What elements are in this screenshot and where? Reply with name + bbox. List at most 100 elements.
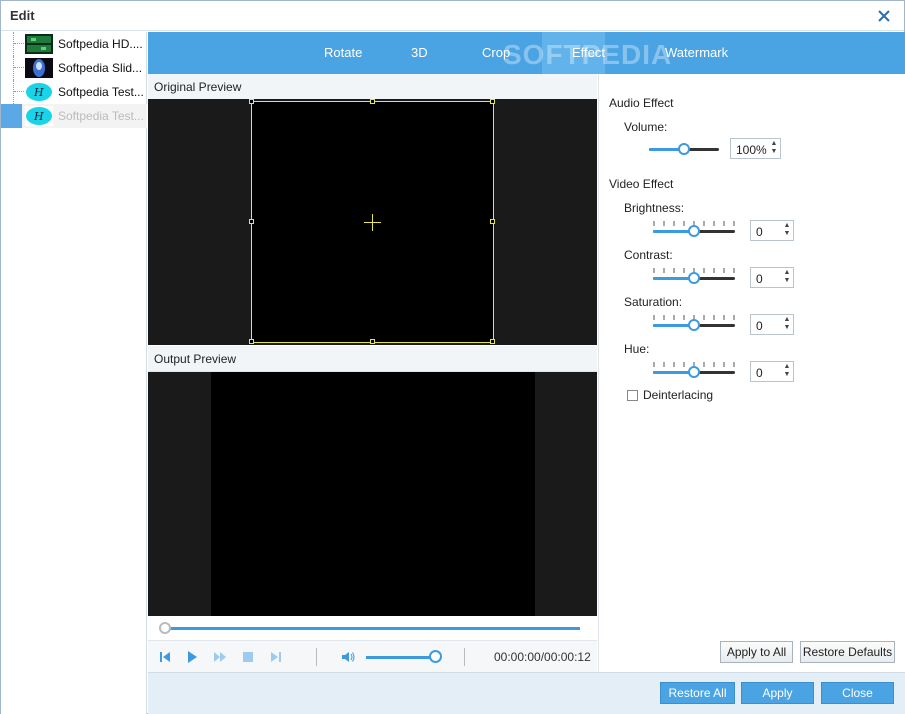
original-preview-label: Original Preview [154,80,242,94]
green-film-thumb-icon [25,34,53,54]
tree-line [13,56,14,80]
volume-slider[interactable] [366,656,436,659]
crop-handle[interactable] [490,339,495,344]
tab-3d[interactable]: 3D [411,45,428,60]
divider [316,648,317,666]
brightness-slider[interactable] [653,221,735,237]
window-title: Edit [10,8,35,23]
seek-knob[interactable] [159,622,171,634]
saturation-value: 0 [756,319,763,333]
slider-knob[interactable] [688,272,700,284]
tab-watermark[interactable]: Watermark [665,45,728,60]
cyan-logo-thumb-icon: H [25,82,53,102]
crop-handle[interactable] [490,219,495,224]
svg-text:H: H [33,86,44,99]
brightness-spinbox[interactable]: 0 ▲ ▼ [750,220,794,241]
timecode: 00:00:00/00:00:12 [494,650,591,664]
file-list-item[interactable]: Softpedia HD.... [1,32,147,56]
slider-knob[interactable] [688,225,700,237]
apply-button[interactable]: Apply [741,682,814,704]
hue-value: 0 [756,366,763,380]
crop-handle[interactable] [249,99,254,104]
edit-window: Edit Softpedia HD.... Softpedia Slid... … [0,0,905,714]
tree-branch [14,91,24,92]
hue-label: Hue: [624,342,650,356]
tree-line [13,80,14,104]
contrast-slider[interactable] [653,268,735,284]
crosshair-icon [364,214,381,231]
seek-bar[interactable] [148,616,597,640]
softpedia-watermark: SOFTPEDIA [503,39,673,70]
deinterlacing-label: Deinterlacing [643,388,714,402]
output-preview-header: Output Preview [148,346,597,372]
skip-next-icon[interactable] [268,649,284,665]
volume-knob[interactable] [429,650,442,663]
saturation-spinbox[interactable]: 0 ▲ ▼ [750,314,794,335]
spin-arrows-icon[interactable]: ▲ ▼ [783,222,791,239]
crop-handle[interactable] [490,99,495,104]
tree-branch [14,67,24,68]
playback-controls: 00:00:00/00:00:12 [148,640,597,672]
audio-volume-slider[interactable] [649,143,719,155]
crop-handle[interactable] [249,219,254,224]
skip-previous-icon[interactable] [157,649,173,665]
output-frame [211,372,535,616]
spin-arrows-icon[interactable]: ▲ ▼ [783,363,791,380]
seek-track[interactable] [166,627,580,630]
contrast-label: Contrast: [624,248,673,262]
tree-branch [14,43,24,44]
video-effect-heading: Video Effect [609,177,674,191]
tab-bar: Rotate 3D Crop Effect Watermark SOFTPEDI… [148,32,905,74]
speaker-icon[interactable] [340,649,356,665]
file-name: Softpedia Test... [58,109,144,123]
title-bar: Edit [1,1,904,31]
selection-indicator [1,104,22,128]
stop-icon[interactable] [240,649,256,665]
output-preview [148,372,597,616]
audio-effect-heading: Audio Effect [609,96,674,110]
footer-bar: Restore All Apply Close [148,672,905,714]
deinterlacing-checkbox[interactable] [627,390,638,401]
hue-slider[interactable] [653,362,735,378]
crop-handle[interactable] [370,99,375,104]
tree-line [13,32,14,56]
volume-label: Volume: [624,120,668,134]
crop-handle[interactable] [370,339,375,344]
slider-knob[interactable] [688,319,700,331]
close-button[interactable]: Close [821,682,894,704]
slider-knob[interactable] [678,143,690,155]
blue-figure-thumb-icon [25,58,53,78]
spin-arrows-icon[interactable]: ▲ ▼ [783,316,791,333]
slider-knob[interactable] [688,366,700,378]
contrast-spinbox[interactable]: 0 ▲ ▼ [750,267,794,288]
brightness-label: Brightness: [624,201,685,215]
cyan-logo-thumb-icon: H [25,106,53,126]
output-preview-label: Output Preview [154,352,237,366]
hue-spinbox[interactable]: 0 ▲ ▼ [750,361,794,382]
tab-rotate[interactable]: Rotate [324,45,362,60]
crop-frame[interactable] [249,99,495,344]
saturation-label: Saturation: [624,295,683,309]
apply-to-all-button[interactable]: Apply to All [720,641,793,663]
file-list-item[interactable]: H Softpedia Test... [1,80,147,104]
file-name: Softpedia Slid... [58,61,143,75]
fast-forward-icon[interactable] [212,649,228,665]
file-name: Softpedia Test... [58,85,144,99]
spin-arrows-icon[interactable]: ▲ ▼ [770,140,778,157]
volume-spinbox[interactable]: 100% ▲ ▼ [730,138,781,159]
play-icon[interactable] [184,649,200,665]
file-list-item-selected[interactable]: H Softpedia Test... [1,104,147,128]
restore-all-button[interactable]: Restore All [660,682,735,704]
crop-handle[interactable] [249,339,254,344]
volume-value: 100% [736,143,767,157]
brightness-value: 0 [756,225,763,239]
divider [464,648,465,666]
saturation-slider[interactable] [653,315,735,331]
close-icon[interactable] [876,8,892,24]
original-preview [148,99,597,345]
original-preview-header: Original Preview [148,74,597,100]
file-list-item[interactable]: Softpedia Slid... [1,56,147,80]
restore-defaults-button[interactable]: Restore Defaults [800,641,895,663]
file-name: Softpedia HD.... [58,37,143,51]
spin-arrows-icon[interactable]: ▲ ▼ [783,269,791,286]
